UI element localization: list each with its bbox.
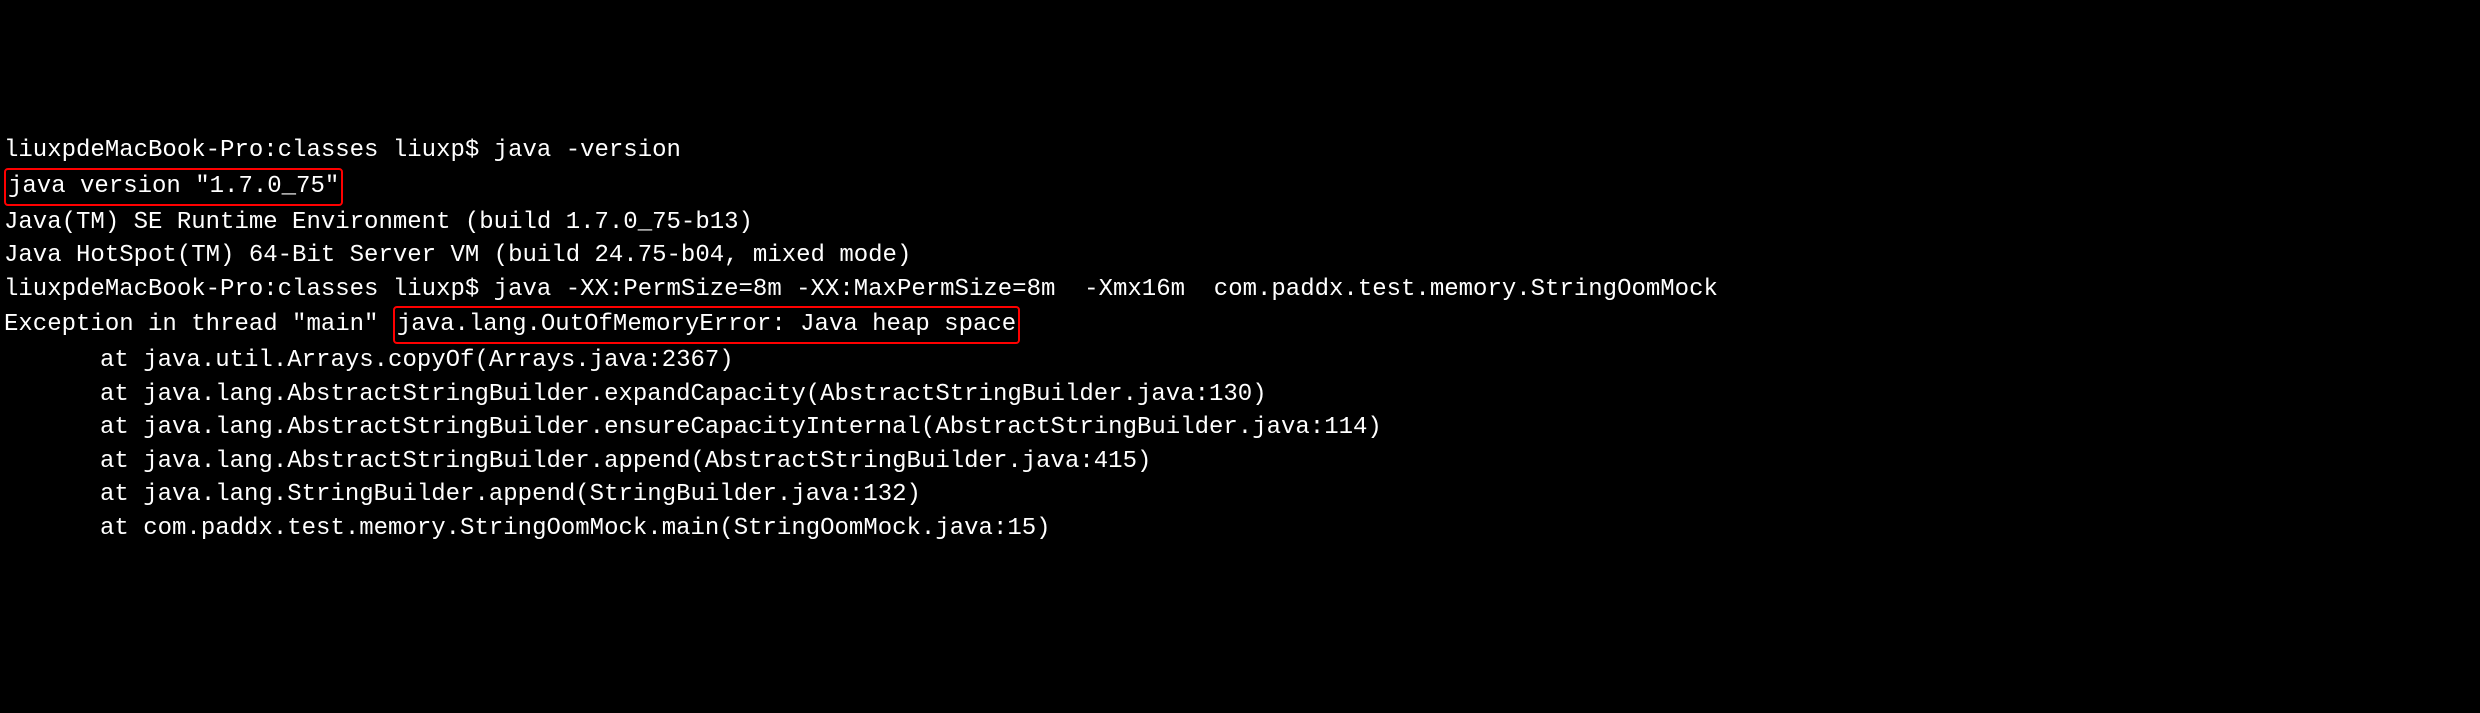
terminal-line-hotspot: Java HotSpot(TM) 64-Bit Server VM (build… <box>4 239 2476 273</box>
highlight-error: java.lang.OutOfMemoryError: Java heap sp… <box>393 306 1020 344</box>
stacktrace-line: at java.util.Arrays.copyOf(Arrays.java:2… <box>4 344 2476 378</box>
stacktrace-line: at java.lang.AbstractStringBuilder.appen… <box>4 445 2476 479</box>
terminal-line-runtime: Java(TM) SE Runtime Environment (build 1… <box>4 206 2476 240</box>
stacktrace-line: at com.paddx.test.memory.StringOomMock.m… <box>4 512 2476 546</box>
terminal-line-version: java version "1.7.0_75" <box>4 168 2476 206</box>
highlight-java-version: java version "1.7.0_75" <box>4 168 343 206</box>
terminal-line-command2: liuxpdeMacBook-Pro:classes liuxp$ java -… <box>4 273 2476 307</box>
exception-prefix: Exception in thread "main" <box>4 311 393 338</box>
terminal-window[interactable]: liuxpdeMacBook-Pro:classes liuxp$ java -… <box>0 134 2480 545</box>
terminal-line-command: liuxpdeMacBook-Pro:classes liuxp$ java -… <box>4 134 2476 168</box>
terminal-line-exception: Exception in thread "main" java.lang.Out… <box>4 306 2476 344</box>
stacktrace-line: at java.lang.AbstractStringBuilder.expan… <box>4 378 2476 412</box>
stacktrace-line: at java.lang.AbstractStringBuilder.ensur… <box>4 411 2476 445</box>
stacktrace-line: at java.lang.StringBuilder.append(String… <box>4 478 2476 512</box>
